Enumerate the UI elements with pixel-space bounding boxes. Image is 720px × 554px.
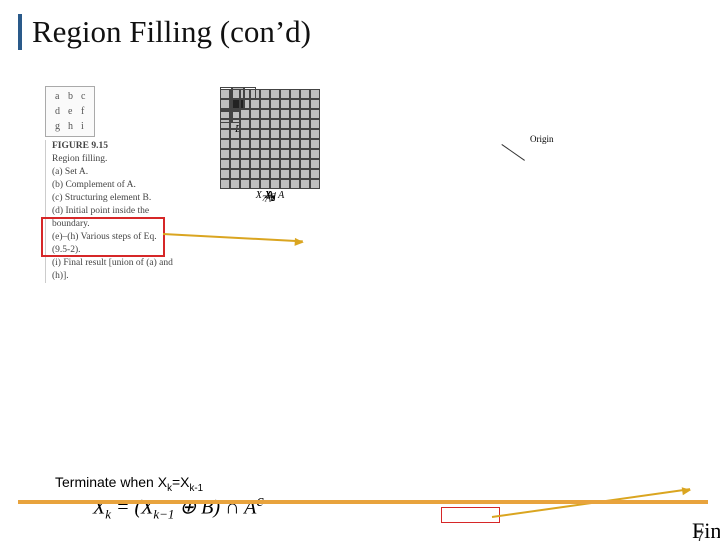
formula: Xk = (Xk−1 ⊕ B) ∩ Ac xyxy=(93,491,264,523)
arrow-to-x0 xyxy=(163,233,303,242)
bottom-bar xyxy=(18,500,708,504)
figure-caption: FIGURE 9.15 Region filling. (a) Set A. (… xyxy=(45,140,176,283)
grid-x7a: X7 ∪ A xyxy=(220,86,320,203)
terminate-text: Terminate when Xk=Xk-1 xyxy=(55,474,203,494)
page-number: 7 xyxy=(696,528,704,544)
page-title: Region Filling (con’d) xyxy=(32,14,311,49)
origin-label: Origin xyxy=(530,134,554,144)
abc-key-grid: abc def ghi xyxy=(45,86,95,137)
